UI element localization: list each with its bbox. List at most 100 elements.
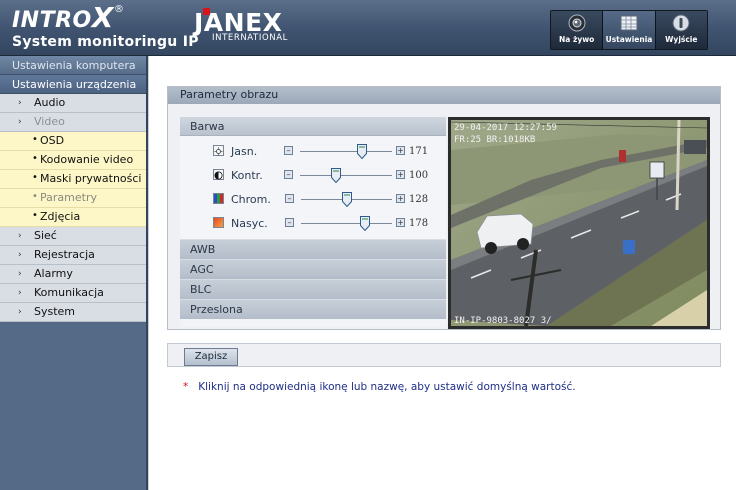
- contrast-value: 100: [409, 170, 429, 181]
- slider-row-brightness: Jasn. – + 171: [180, 143, 446, 167]
- chevron-right-icon: ›: [18, 307, 22, 317]
- decrease-button[interactable]: –: [285, 194, 294, 203]
- brightness-icon[interactable]: [213, 145, 224, 156]
- sidebar-item-label: Audio: [34, 96, 66, 109]
- section-iris[interactable]: Przeslona: [180, 299, 446, 319]
- sidebar-subitem-privacy-masks[interactable]: • Maski prywatności: [0, 170, 146, 189]
- sidebar-subitem-encoding[interactable]: • Kodowanie video: [0, 151, 146, 170]
- chevron-right-icon: ›: [18, 231, 22, 241]
- sidebar-item-label: Komunikacja: [34, 286, 104, 299]
- sidebar-subitem-parameters[interactable]: • Parametry: [0, 189, 146, 208]
- video-timestamp: 29-04-2017 12:27:59: [454, 123, 557, 133]
- color-sliders: Jasn. – + 171 Kontr. – + 100 Chrom. – + …: [180, 136, 446, 239]
- hint-text: Kliknij na odpowiednią ikonę lub nazwę, …: [198, 381, 576, 393]
- sidebar-item-alarms[interactable]: › Alarmy: [0, 265, 146, 284]
- sidebar-item-audio[interactable]: › Audio: [0, 94, 146, 113]
- chroma-label[interactable]: Chrom.: [231, 193, 271, 206]
- bullet-icon: •: [32, 134, 38, 145]
- brightness-thumb[interactable]: [356, 144, 367, 160]
- chroma-value: 128: [409, 194, 429, 205]
- image-settings: Barwa Jasn. – + 171 Kontr. – + 100 Chrom…: [180, 117, 446, 327]
- save-button[interactable]: Zapisz: [184, 348, 238, 366]
- janex-red-square: [203, 8, 210, 15]
- sidebar-empty-area: [0, 325, 146, 490]
- saturation-thumb[interactable]: [359, 216, 370, 232]
- chroma-icon[interactable]: [213, 193, 224, 204]
- saturation-track[interactable]: [301, 223, 392, 224]
- sidebar-subitem-label: Kodowanie video: [40, 153, 134, 166]
- brand-intro-text: INTRO: [12, 8, 92, 33]
- sidebar-item-label: Rejestracja: [34, 248, 95, 261]
- sidebar-item-communication[interactable]: › Komunikacja: [0, 284, 146, 303]
- sidebar-subitem-snapshots[interactable]: • Zdjęcia: [0, 208, 146, 227]
- save-bar: Zapisz: [167, 343, 721, 367]
- video-preview: 29-04-2017 12:27:59 FR:25 BR:1018KB IN-I…: [448, 117, 710, 329]
- sidebar-item-system[interactable]: › System: [0, 303, 146, 322]
- image-parameters-panel: Parametry obrazu Barwa Jasn. – + 171 Kon…: [167, 86, 721, 330]
- registered-mark: ®: [114, 4, 124, 15]
- camera-icon: [568, 14, 586, 32]
- saturation-icon[interactable]: [213, 217, 224, 228]
- brightness-label[interactable]: Jasn.: [231, 145, 257, 158]
- brightness-value: 171: [409, 146, 429, 157]
- chevron-down-icon: ›: [18, 117, 22, 127]
- video-stream-info: FR:25 BR:1018KB: [454, 135, 535, 145]
- sidebar-item-video[interactable]: › Video: [0, 113, 146, 132]
- contrast-label[interactable]: Kontr.: [231, 169, 263, 182]
- saturation-label[interactable]: Nasyc.: [231, 217, 268, 230]
- section-blc[interactable]: BLC: [180, 279, 446, 299]
- section-agc[interactable]: AGC: [180, 259, 446, 279]
- sidebar-subitem-osd[interactable]: • OSD: [0, 132, 146, 151]
- sidebar-item-network[interactable]: › Sieć: [0, 227, 146, 246]
- main-content: Parametry obrazu Barwa Jasn. – + 171 Kon…: [148, 56, 736, 490]
- video-camera-id: IN-IP-9803-8027 3/: [454, 316, 552, 326]
- contrast-icon[interactable]: [213, 169, 224, 180]
- bullet-icon: •: [32, 191, 38, 202]
- live-view-label: Na żywo: [559, 35, 595, 44]
- sidebar-item-recording[interactable]: › Rejestracja: [0, 246, 146, 265]
- chevron-right-icon: ›: [18, 269, 22, 279]
- increase-button[interactable]: +: [396, 170, 405, 179]
- exit-button[interactable]: Wyjście: [655, 11, 707, 49]
- section-awb[interactable]: AWB: [180, 239, 446, 259]
- decrease-button[interactable]: –: [284, 146, 293, 155]
- contrast-track[interactable]: [300, 175, 392, 176]
- slider-row-contrast: Kontr. – + 100: [180, 167, 446, 191]
- chevron-right-icon: ›: [18, 288, 22, 298]
- sidebar-subitem-label: OSD: [40, 134, 65, 147]
- camera-preview-image: 29-04-2017 12:27:59 FR:25 BR:1018KB IN-I…: [451, 120, 707, 326]
- sidebar-head-computer-settings[interactable]: Ustawienia komputera: [0, 56, 146, 75]
- exit-icon: [672, 14, 690, 32]
- janex-logo: JANEX INTERNATIONAL: [194, 8, 288, 43]
- increase-button[interactable]: +: [396, 146, 405, 155]
- app-window: INTROX ® System monitoringu IP JANEX INT…: [0, 0, 736, 490]
- live-view-button[interactable]: Na żywo: [551, 11, 604, 49]
- section-color[interactable]: Barwa: [180, 117, 446, 136]
- sidebar: Ustawienia komputera Ustawienia urządzen…: [0, 56, 148, 490]
- saturation-value: 178: [409, 218, 429, 229]
- sidebar-head-device-settings[interactable]: Ustawienia urządzenia: [0, 75, 146, 94]
- chroma-thumb[interactable]: [341, 192, 352, 208]
- sidebar-subitem-label: Parametry: [40, 191, 97, 204]
- brightness-track[interactable]: [300, 151, 392, 152]
- sidebar-item-label: Video: [34, 115, 65, 128]
- intro-logo: INTROX ® System monitoringu IP: [12, 4, 199, 51]
- slider-row-saturation: Nasyc. – + 178: [180, 215, 446, 239]
- contrast-thumb[interactable]: [330, 168, 341, 184]
- chevron-right-icon: ›: [18, 98, 22, 108]
- bullet-icon: •: [32, 153, 38, 164]
- header-bar: INTROX ® System monitoringu IP JANEX INT…: [0, 0, 736, 56]
- increase-button[interactable]: +: [396, 218, 405, 227]
- sidebar-subitem-label: Zdjęcia: [40, 210, 81, 223]
- settings-grid-icon: [620, 14, 638, 32]
- decrease-button[interactable]: –: [284, 170, 293, 179]
- decrease-button[interactable]: –: [285, 218, 294, 227]
- sidebar-subitem-label: Maski prywatności: [40, 172, 142, 185]
- chevron-right-icon: ›: [18, 250, 22, 260]
- increase-button[interactable]: +: [396, 194, 405, 203]
- settings-label: Ustawienia: [605, 35, 653, 44]
- bullet-icon: •: [32, 210, 38, 221]
- janex-international: INTERNATIONAL: [212, 33, 288, 43]
- sidebar-item-label: Sieć: [34, 229, 57, 242]
- settings-button[interactable]: Ustawienia: [603, 11, 656, 49]
